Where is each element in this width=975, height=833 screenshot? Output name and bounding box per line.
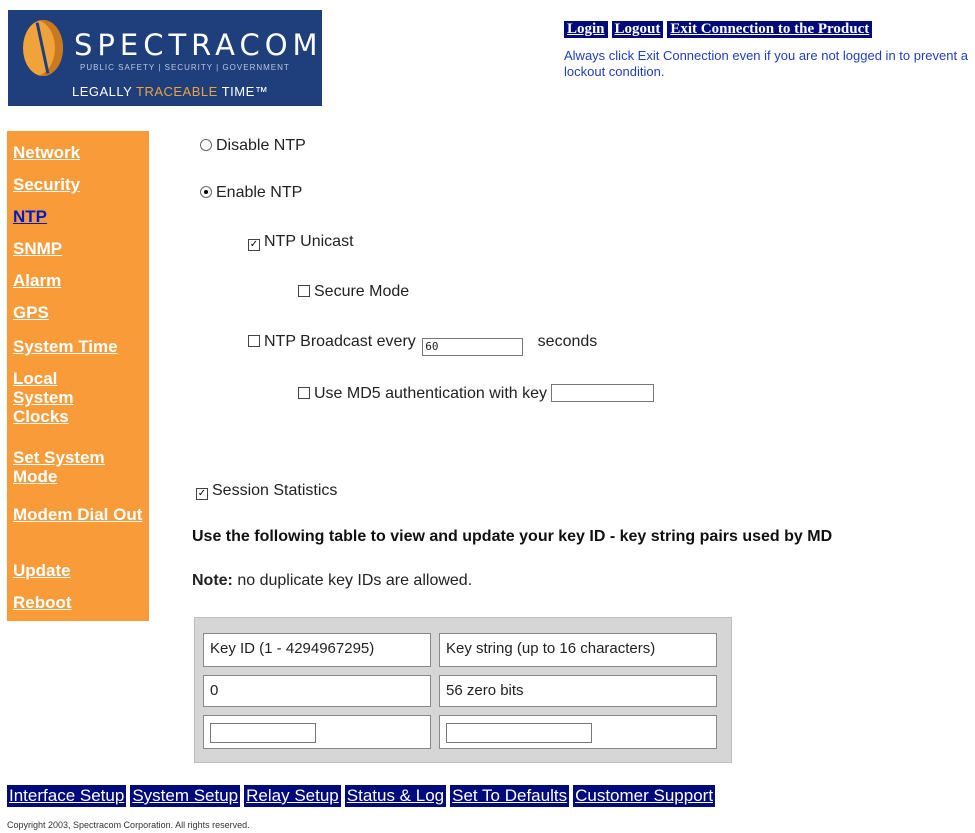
duplicate-key-note: Note: no duplicate key IDs are allowed. [192, 572, 473, 589]
broadcast-interval-input[interactable]: 60 [422, 338, 524, 356]
new-key-row-id [203, 715, 431, 749]
sidebar-item-network[interactable]: Network [13, 143, 80, 162]
ntp-broadcast-label: NTP Broadcast every [264, 333, 416, 350]
secure-mode-option[interactable]: Secure Mode [298, 283, 409, 301]
copyright-text: Copyright 2003, Spectracom Corporation. … [7, 820, 250, 830]
md5-auth-checkbox[interactable] [298, 387, 310, 399]
logo-brand: SPECTRACOM [74, 28, 322, 62]
sidebar-item-security[interactable]: Security [13, 175, 80, 194]
broadcast-unit-label: seconds [537, 333, 598, 350]
disable-ntp-radio[interactable] [200, 139, 212, 151]
sidebar-item-gps[interactable]: GPS [13, 303, 49, 322]
relay-setup-link[interactable]: Relay Setup [244, 785, 341, 807]
new-key-id-input[interactable] [210, 723, 316, 743]
exit-connection-notice: Always click Exit Connection even if you… [564, 48, 968, 79]
sidebar-item-ntp[interactable]: NTP [13, 207, 47, 226]
md5-auth-option[interactable]: Use MD5 authentication with key [298, 384, 655, 403]
disable-ntp-label: Disable NTP [216, 137, 306, 154]
set-to-defaults-link[interactable]: Set To Defaults [450, 785, 570, 807]
sidebar-nav: Network Security NTP SNMP Alarm GPS Syst… [7, 131, 149, 621]
sidebar-item-system-time[interactable]: System Time [13, 337, 118, 356]
key-table-heading: Use the following table to view and upda… [192, 528, 833, 545]
top-links: Login Logout Exit Connection to the Produc… [564, 20, 876, 38]
sidebar-item-update[interactable]: Update [13, 561, 71, 580]
logo-emblem-icon [23, 20, 63, 76]
secure-mode-checkbox[interactable] [298, 285, 310, 297]
session-statistics-option[interactable]: ✓ Session Statistics [196, 482, 337, 500]
exit-connection-link[interactable]: Exit Connection to the Product [667, 21, 873, 38]
logo-tagline: PUBLIC SAFETY | SECURITY | GOVERNMENT [80, 63, 290, 72]
ntp-unicast-checkbox[interactable]: ✓ [248, 239, 260, 251]
disable-ntp-option[interactable]: Disable NTP [200, 137, 306, 155]
ntp-unicast-option[interactable]: ✓ NTP Unicast [248, 233, 354, 251]
enable-ntp-radio[interactable] [200, 186, 212, 198]
enable-ntp-label: Enable NTP [216, 184, 303, 201]
logo-trace-line: LEGALLY TRACEABLE TIME™ [72, 84, 269, 99]
key-id-header: Key ID (1 - 4294967295) [203, 633, 431, 667]
sidebar-item-reboot[interactable]: Reboot [13, 593, 72, 612]
ntp-unicast-label: NTP Unicast [264, 233, 354, 250]
sidebar-item-local-system-clocks[interactable]: Local System Clocks [13, 369, 103, 426]
new-key-row-string [439, 715, 717, 749]
md5-auth-label: Use MD5 authentication with key [314, 385, 547, 402]
key-string-cell: 56 zero bits [439, 675, 717, 707]
key-string-header: Key string (up to 16 characters) [439, 633, 717, 667]
key-table: Key ID (1 - 4294967295) Key string (up t… [194, 617, 732, 763]
md5-key-input[interactable] [551, 384, 655, 402]
logout-link[interactable]: Logout [611, 21, 664, 38]
sidebar-item-snmp[interactable]: SNMP [13, 239, 62, 258]
spectracom-logo: SPECTRACOM PUBLIC SAFETY | SECURITY | GO… [8, 10, 322, 106]
key-id-cell: 0 [203, 675, 431, 707]
system-setup-link[interactable]: System Setup [130, 785, 241, 807]
enable-ntp-option[interactable]: Enable NTP [200, 184, 302, 202]
secure-mode-label: Secure Mode [314, 283, 410, 300]
sidebar-item-modem-dial-out[interactable]: Modem Dial Out [13, 505, 143, 524]
login-link[interactable]: Login [564, 21, 608, 38]
ntp-broadcast-checkbox[interactable] [248, 335, 260, 347]
new-key-string-input[interactable] [446, 723, 592, 743]
sidebar-item-alarm[interactable]: Alarm [13, 271, 61, 290]
session-statistics-label: Session Statistics [212, 482, 338, 499]
bottom-nav: Interface Setup System Setup Relay Setup St… [7, 785, 719, 807]
sidebar-item-set-system-mode[interactable]: Set System Mode [13, 448, 133, 486]
ntp-broadcast-option[interactable]: NTP Broadcast every 60 seconds [248, 333, 597, 356]
interface-setup-link[interactable]: Interface Setup [7, 785, 127, 807]
customer-support-link[interactable]: Customer Support [573, 785, 716, 807]
session-statistics-checkbox[interactable]: ✓ [196, 488, 208, 500]
status-log-link[interactable]: Status & Log [344, 785, 447, 807]
